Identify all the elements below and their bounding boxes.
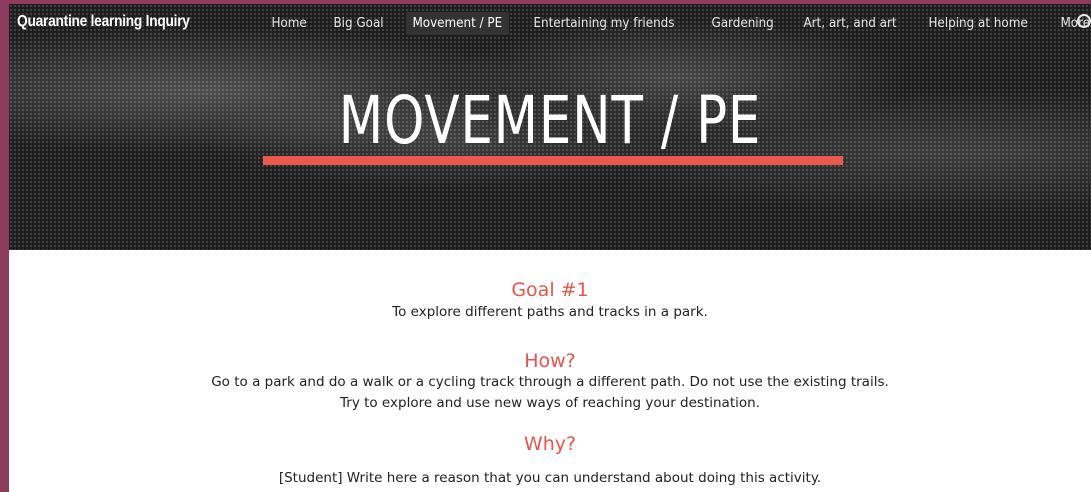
goal-text: To explore different paths and tracks in… (392, 304, 708, 320)
nav-item-art[interactable]: Art, art, and art (797, 12, 903, 35)
search-icon[interactable] (1077, 14, 1091, 28)
how-text-line-2: Try to explore and use new ways of reach… (340, 395, 760, 411)
why-text[interactable]: [Student] Write here a reason that you c… (9, 468, 1091, 488)
how-heading: How? (524, 350, 576, 372)
hero-banner: Quarantine learning Inquiry Home Big Goa… (9, 4, 1091, 250)
nav-item-entertaining-my-friends[interactable]: Entertaining my friends (527, 12, 681, 35)
nav-item-movement-pe[interactable]: Movement / PE (405, 11, 509, 35)
page-title: MOVEMENT / PE (338, 82, 762, 159)
goal-heading: Goal #1 (511, 279, 589, 301)
nav-item-home[interactable]: Home (265, 12, 313, 35)
top-navigation: Quarantine learning Inquiry Home Big Goa… (9, 4, 1091, 40)
page-frame-left (0, 0, 9, 492)
main-content: Goal #1 To explore different paths and t… (9, 250, 1091, 492)
why-heading: Why? (523, 433, 577, 455)
nav-item-helping-at-home[interactable]: Helping at home (922, 12, 1034, 35)
nav-links: Home Big Goal Movement / PE Entertaining… (265, 10, 1091, 36)
title-underline-accent (263, 156, 843, 165)
nav-item-big-goal[interactable]: Big Goal (327, 12, 390, 35)
how-text-line-1: Go to a park and do a walk or a cycling … (211, 374, 889, 390)
page-frame-top (0, 0, 1091, 4)
nav-item-gardening[interactable]: Gardening (705, 12, 780, 35)
site-title[interactable]: Quarantine learning Inquiry (17, 13, 190, 31)
